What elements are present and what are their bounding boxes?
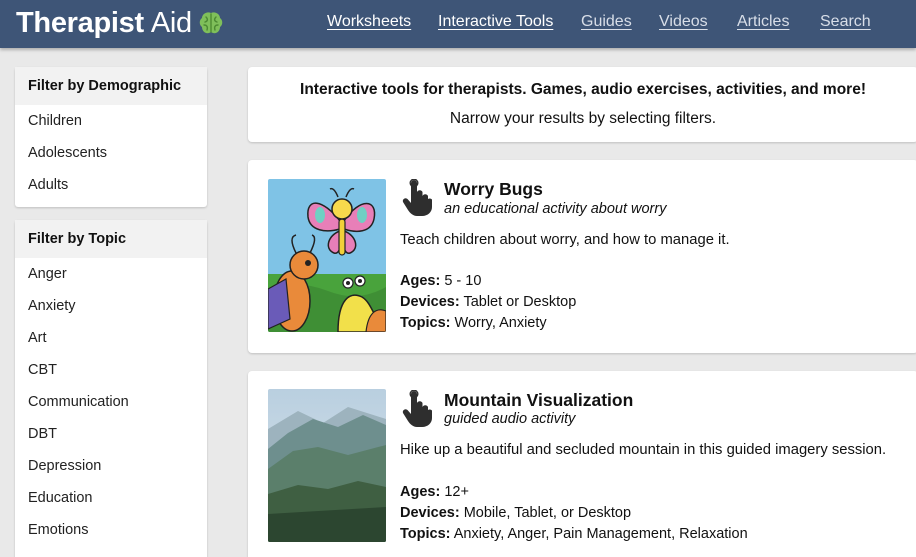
tool-card-worry-bugs[interactable]: Worry Bugs an educational activity about… [248, 160, 916, 353]
topics-value: Worry, Anxiety [454, 315, 547, 331]
topics-value: Anxiety, Anger, Pain Management, Relaxat… [453, 526, 748, 542]
logo-word-aid: Aid [150, 6, 192, 39]
filter-anxiety[interactable]: Anxiety [15, 290, 207, 322]
tool-topics: Topics: Worry, Anxiety [400, 315, 547, 331]
filter-dbt[interactable]: DBT [15, 418, 207, 450]
topics-label: Topics: [400, 526, 451, 542]
filter-children[interactable]: Children [15, 105, 207, 137]
site-header: Therapist Aid Worksheets Interactive Too… [0, 0, 916, 48]
filter-adolescents[interactable]: Adolescents [15, 137, 207, 169]
devices-value: Mobile, Tablet, or Desktop [463, 505, 632, 521]
tool-title[interactable]: Mountain Visualization [444, 390, 633, 411]
tool-subtitle: an educational activity about worry [444, 201, 667, 217]
tool-ages: Ages: 12+ [400, 484, 469, 500]
tool-card-mountain-visualization[interactable]: Mountain Visualization guided audio acti… [248, 371, 916, 557]
filter-art[interactable]: Art [15, 322, 207, 354]
intro-headline: Interactive tools for therapists. Games,… [300, 81, 866, 98]
tool-description: Teach children about worry, and how to m… [400, 232, 730, 248]
tool-description: Hike up a beautiful and secluded mountai… [400, 442, 887, 458]
site-logo[interactable]: Therapist Aid [16, 6, 224, 40]
filter-demographic-title: Filter by Demographic [15, 67, 207, 105]
tool-devices: Devices: Tablet or Desktop [400, 294, 576, 310]
tool-ages: Ages: 5 - 10 [400, 273, 481, 289]
tool-subtitle: guided audio activity [444, 411, 576, 427]
filter-emotions[interactable]: Emotions [15, 514, 207, 546]
devices-label: Devices: [400, 294, 460, 310]
filter-anger[interactable]: Anger [15, 258, 207, 290]
nav-videos[interactable]: Videos [659, 13, 708, 31]
tool-devices: Devices: Mobile, Tablet, or Desktop [400, 505, 631, 521]
filter-depression[interactable]: Depression [15, 450, 207, 482]
brain-icon [199, 12, 223, 34]
devices-value: Tablet or Desktop [463, 294, 577, 310]
devices-label: Devices: [400, 505, 460, 521]
filter-demographic-panel: Filter by Demographic Children Adolescen… [15, 67, 207, 207]
nav-search[interactable]: Search [820, 13, 871, 31]
filter-education[interactable]: Education [15, 482, 207, 514]
filter-communication[interactable]: Communication [15, 386, 207, 418]
nav-articles[interactable]: Articles [737, 13, 789, 31]
ages-label: Ages: [400, 273, 441, 289]
hand-pointer-icon [402, 179, 432, 216]
ages-value: 12+ [444, 484, 469, 500]
mountain-visualization-thumbnail[interactable] [268, 389, 386, 542]
logo-word-therapist: Therapist [16, 6, 144, 39]
worry-bugs-thumbnail[interactable] [268, 179, 386, 332]
hand-pointer-icon [402, 390, 432, 427]
ages-value: 5 - 10 [444, 273, 482, 289]
filter-topic-title: Filter by Topic [15, 220, 207, 258]
nav-interactive-tools[interactable]: Interactive Tools [438, 13, 553, 31]
intro-card: Interactive tools for therapists. Games,… [248, 67, 916, 142]
intro-subline: Narrow your results by selecting filters… [449, 110, 717, 127]
filter-topic-panel: Filter by Topic Anger Anxiety Art CBT Co… [15, 220, 207, 557]
tool-title[interactable]: Worry Bugs [444, 179, 543, 200]
filter-adults[interactable]: Adults [15, 169, 207, 201]
tool-topics: Topics: Anxiety, Anger, Pain Management,… [400, 526, 748, 542]
ages-label: Ages: [400, 484, 441, 500]
filter-cbt[interactable]: CBT [15, 354, 207, 386]
nav-guides[interactable]: Guides [581, 13, 632, 31]
topics-label: Topics: [400, 315, 451, 331]
nav-worksheets[interactable]: Worksheets [327, 13, 411, 31]
